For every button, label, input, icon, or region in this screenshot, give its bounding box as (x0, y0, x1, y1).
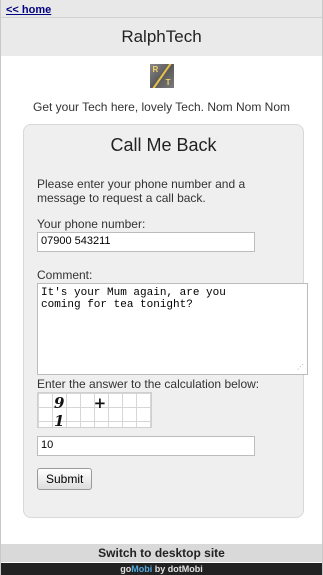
powered-suffix: by dotMobi (152, 564, 203, 574)
phone-label: Your phone number: (37, 217, 146, 231)
powered-by-bar: goMobi by dotMobi (1, 563, 322, 575)
logo-letter-r: R (152, 65, 159, 74)
comment-text: It's your Mum again, are you coming for … (41, 287, 226, 311)
captcha-text: 9 + 1 (54, 394, 119, 430)
captcha-image: 9 + 1 (37, 392, 152, 430)
captcha-label: Enter the answer to the calculation belo… (37, 377, 260, 391)
logo-container: R T (1, 56, 322, 90)
home-link[interactable]: << home (6, 4, 51, 16)
form-intro: Please enter your phone number and a mes… (37, 177, 246, 205)
captcha-answer-field[interactable]: 10 (37, 436, 255, 456)
tagline: Get your Tech here, lovely Tech. Nom Nom… (33, 100, 290, 114)
resize-grip-icon[interactable]: ⋰ (297, 364, 305, 372)
comment-textarea[interactable]: It's your Mum again, are you coming for … (37, 283, 308, 375)
comment-label: Comment: (37, 268, 93, 282)
submit-button[interactable]: Submit (37, 468, 93, 490)
switch-desktop-link[interactable]: Switch to desktop site (1, 544, 322, 562)
logo-letter-t: T (165, 78, 171, 87)
site-header: RalphTech (1, 18, 322, 56)
powered-accent: Mobi (131, 564, 153, 574)
call-back-form: Call Me Back Please enter your phone num… (23, 124, 308, 518)
site-title: RalphTech (121, 27, 202, 46)
logo-icon: R T (149, 64, 174, 88)
powered-prefix: go (120, 564, 132, 574)
top-nav-bar: << home (1, 0, 322, 18)
page: << home RalphTech R T Get your Tech here… (0, 0, 323, 575)
form-title: Call Me Back (110, 135, 217, 155)
phone-field[interactable]: 07900 543211 (37, 232, 255, 252)
